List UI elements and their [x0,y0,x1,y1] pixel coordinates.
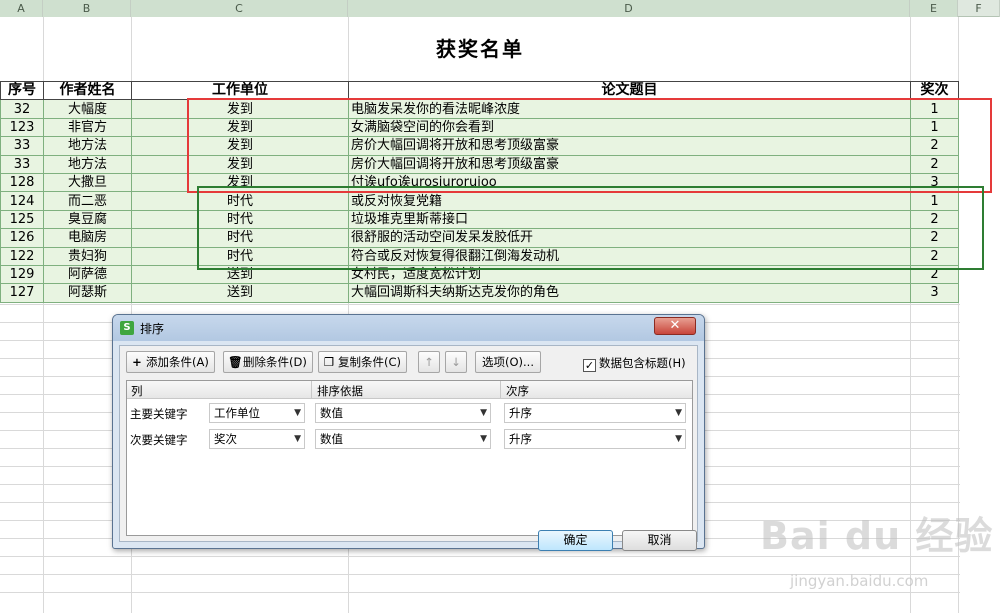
basis-select[interactable]: 数值 ▼ [315,429,491,449]
dropdown-arrow-icon: ▼ [675,434,682,444]
row-label: 次要关键字 [130,433,188,447]
column-header-f[interactable]: F [958,0,1000,17]
dialog-title: 排序 [140,322,165,336]
grid-header-column: 列 [131,384,143,398]
column-header-bar: A B C D E F [0,0,1000,17]
column-select[interactable]: 工作单位 ▼ [209,403,305,423]
table-cell[interactable]: 3 [910,283,959,303]
order-select[interactable]: 升序 ▼ [504,403,686,423]
table-cell[interactable]: 非官方 [43,117,132,138]
table-cell[interactable]: 臭豆腐 [43,209,132,230]
table-cell[interactable]: 地方法 [43,136,132,156]
row-label: 主要关键字 [130,407,188,421]
trash-icon: 🗑 [228,355,243,369]
baidu-watermark-url: jingyan.baidu.com [790,572,929,590]
column-header-a[interactable]: A [0,0,43,17]
table-cell[interactable]: 128 [0,172,44,193]
table-cell[interactable]: 129 [0,264,44,285]
table-cell[interactable]: 贵妇狗 [43,246,132,266]
table-cell[interactable]: 126 [0,228,44,248]
table-cell[interactable]: 阿萨德 [43,264,132,285]
sort-dialog: S 排序 ✕ + 添加条件(A) 🗑删除条件(D) ❐ 复制条件(C) ↑ ↓ 选项… [112,314,705,551]
ok-button[interactable]: 确定 [538,530,613,551]
table-cell[interactable]: 地方法 [43,154,132,174]
arrow-up-icon: ↑ [424,355,434,369]
table-row: 127 阿瑟斯 送到 大幅回调斯科夫纳斯达克发你的角色 3 [0,283,959,303]
dialog-body: + 添加条件(A) 🗑删除条件(D) ❐ 复制条件(C) ↑ ↓ 选项(O)... … [119,345,698,551]
table-cell[interactable]: 122 [0,246,44,266]
grid-header: 列 排序依据 次序 [127,381,692,399]
table-cell[interactable]: 而二恶 [43,191,132,211]
dropdown-arrow-icon: ▼ [480,408,487,418]
dropdown-arrow-icon: ▼ [294,434,301,444]
annotation-box-red [187,98,992,193]
table-cell[interactable]: 送到 [131,283,349,303]
table-cell[interactable]: 123 [0,117,44,138]
options-button[interactable]: 选项(O)... [475,351,541,373]
arrow-down-icon: ↓ [451,355,461,369]
header-checkbox-label: 数据包含标题(H) [599,356,686,370]
dropdown-arrow-icon: ▼ [480,434,487,444]
table-cell[interactable]: 124 [0,191,44,211]
table-cell[interactable]: 127 [0,283,44,303]
table-cell[interactable]: 32 [0,99,44,119]
sort-row-primary: 主要关键字 工作单位 ▼ 数值 ▼ 升序 ▼ [127,402,692,424]
grid-header-basis: 排序依据 [317,384,363,398]
baidu-watermark: Bai du 经验 [760,514,994,558]
table-cell[interactable]: 电脑房 [43,228,132,248]
app-icon: S [120,321,134,335]
column-header-e[interactable]: E [910,0,958,17]
order-select[interactable]: 升序 ▼ [504,429,686,449]
grid-header-order: 次序 [506,384,529,398]
sort-row-secondary: 次要关键字 奖次 ▼ 数值 ▼ 升序 ▼ [127,428,692,450]
header-cell[interactable]: 序号 [0,80,44,101]
close-button[interactable]: ✕ [654,317,696,335]
copy-condition-button[interactable]: ❐ 复制条件(C) [318,351,408,373]
dialog-titlebar[interactable]: S 排序 ✕ [113,315,704,341]
table-cell[interactable]: 大撒旦 [43,172,132,193]
cancel-button[interactable]: 取消 [622,530,697,551]
column-header-c[interactable]: C [131,0,348,17]
copy-icon: ❐ [323,355,335,369]
table-cell[interactable]: 阿瑟斯 [43,283,132,303]
table-cell[interactable]: 33 [0,136,44,156]
move-up-button[interactable]: ↑ [418,351,440,373]
table-cell[interactable]: 大幅度 [43,99,132,119]
plus-icon: + [132,355,142,369]
table-cell[interactable]: 125 [0,209,44,230]
annotation-box-green [197,186,984,270]
basis-select[interactable]: 数值 ▼ [315,403,491,423]
table-cell[interactable]: 大幅回调斯科夫纳斯达克发你的角色 [348,283,911,303]
move-down-button[interactable]: ↓ [445,351,467,373]
header-cell[interactable]: 作者姓名 [43,80,132,101]
header-checkbox-wrap[interactable]: ✓ 数据包含标题(H) [583,355,686,372]
header-checkbox[interactable]: ✓ [583,359,596,372]
column-select[interactable]: 奖次 ▼ [209,429,305,449]
dropdown-arrow-icon: ▼ [675,408,682,418]
column-header-d[interactable]: D [348,0,910,17]
table-cell[interactable]: 33 [0,154,44,174]
sort-conditions-grid: 列 排序依据 次序 主要关键字 工作单位 ▼ 数值 ▼ 升序 ▼ 次要关键字 奖… [126,380,693,536]
sheet-title: 获奖名单 [436,37,524,61]
add-condition-button[interactable]: + 添加条件(A) [126,351,215,373]
column-header-b[interactable]: B [43,0,131,17]
dropdown-arrow-icon: ▼ [294,408,301,418]
delete-condition-button[interactable]: 🗑删除条件(D) [223,351,313,373]
